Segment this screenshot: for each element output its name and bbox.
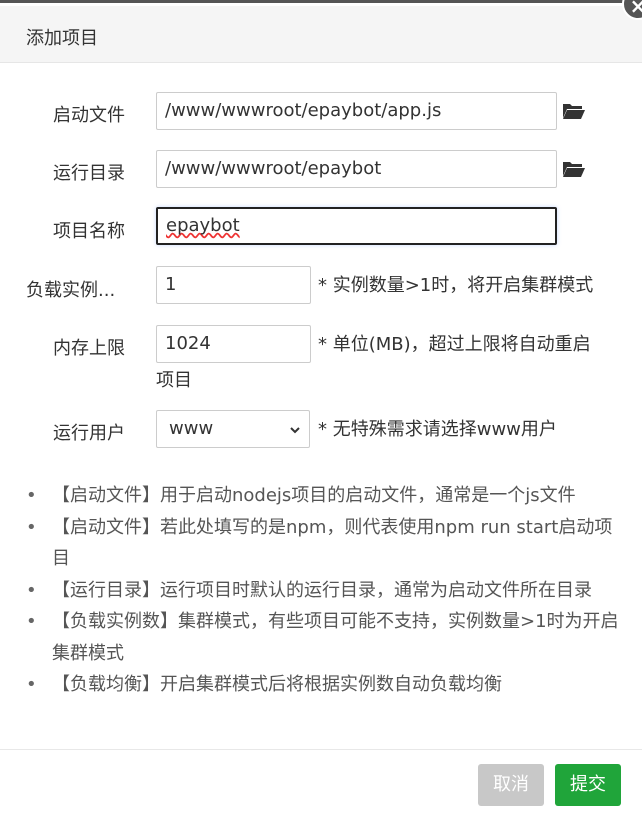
submit-button[interactable]: 提交 — [555, 764, 621, 806]
note-item: 【运行目录】运行项目时默认的运行目录，通常为启动文件所在目录 — [26, 575, 626, 607]
run-user-hint: * 无特殊需求请选择www用户 — [318, 419, 557, 440]
folder-open-icon[interactable] — [562, 159, 586, 179]
start-file-input[interactable]: /www/wwwroot/epaybot/app.js — [156, 92, 557, 130]
dialog-title: 添加项目 — [26, 28, 98, 49]
run-dir-input[interactable]: /www/wwwroot/epaybot — [156, 150, 557, 188]
run-user-selected: www — [169, 418, 214, 439]
instances-hint: * 实例数量>1时，将开启集群模式 — [318, 275, 594, 296]
memory-hint-wrap: 项目 — [156, 370, 192, 391]
instances-label: 负载实例... — [26, 280, 116, 301]
folder-open-icon[interactable] — [562, 101, 586, 121]
note-item: 【启动文件】用于启动nodejs项目的启动文件，通常是一个js文件 — [26, 480, 626, 512]
note-item: 【负载均衡】开启集群模式后将根据实例数自动负载均衡 — [26, 669, 626, 701]
note-item: 【启动文件】若此处填写的是npm，则代表使用npm run start启动项目 — [26, 512, 626, 575]
chevron-down-icon — [290, 427, 300, 434]
memory-hint: * 单位(MB)，超过上限将自动重启 — [318, 334, 591, 355]
dialog-footer: 取消 提交 — [0, 749, 642, 817]
project-name-label: 项目名称 — [53, 221, 125, 242]
project-name-value: epaybot — [166, 215, 240, 236]
dialog-header: 添加项目 — [0, 6, 642, 63]
memory-input[interactable]: 1024 — [156, 325, 311, 363]
project-name-input[interactable]: epaybot — [156, 207, 557, 245]
note-item: 【负载实例数】集群模式，有些项目可能不支持，实例数量>1时为开启集群模式 — [26, 606, 626, 669]
help-notes: 【启动文件】用于启动nodejs项目的启动文件，通常是一个js文件 【启动文件】… — [26, 480, 626, 701]
memory-label: 内存上限 — [53, 338, 125, 359]
run-user-label: 运行用户 — [53, 423, 125, 444]
run-user-select[interactable]: www — [156, 410, 310, 448]
start-file-label: 启动文件 — [53, 105, 125, 126]
cancel-button[interactable]: 取消 — [478, 764, 544, 806]
run-dir-label: 运行目录 — [53, 163, 125, 184]
instances-input[interactable]: 1 — [156, 266, 311, 304]
